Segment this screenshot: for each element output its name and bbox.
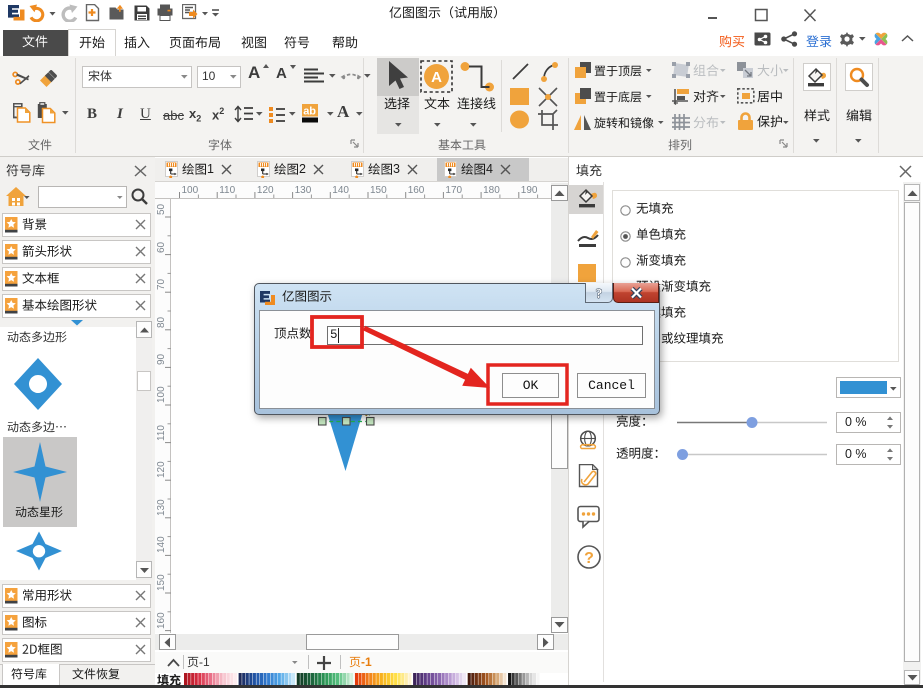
svg-text:160: 160 xyxy=(156,612,167,629)
svg-text:140: 140 xyxy=(156,536,167,553)
svg-text:90: 90 xyxy=(156,353,167,365)
svg-text:?: ? xyxy=(596,287,603,301)
svg-text:100: 100 xyxy=(156,386,167,403)
svg-text:A: A xyxy=(431,69,442,86)
svg-text:110: 110 xyxy=(156,425,167,441)
svg-text:?: ? xyxy=(584,550,594,567)
svg-text:130: 130 xyxy=(156,499,167,516)
svg-text:50: 50 xyxy=(156,203,167,215)
svg-text:150: 150 xyxy=(156,574,167,591)
svg-text:ab: ab xyxy=(303,106,316,118)
svg-text:60: 60 xyxy=(156,241,167,253)
svg-text:70: 70 xyxy=(156,278,167,290)
svg-text:120: 120 xyxy=(156,461,167,478)
svg-text:80: 80 xyxy=(156,316,167,328)
